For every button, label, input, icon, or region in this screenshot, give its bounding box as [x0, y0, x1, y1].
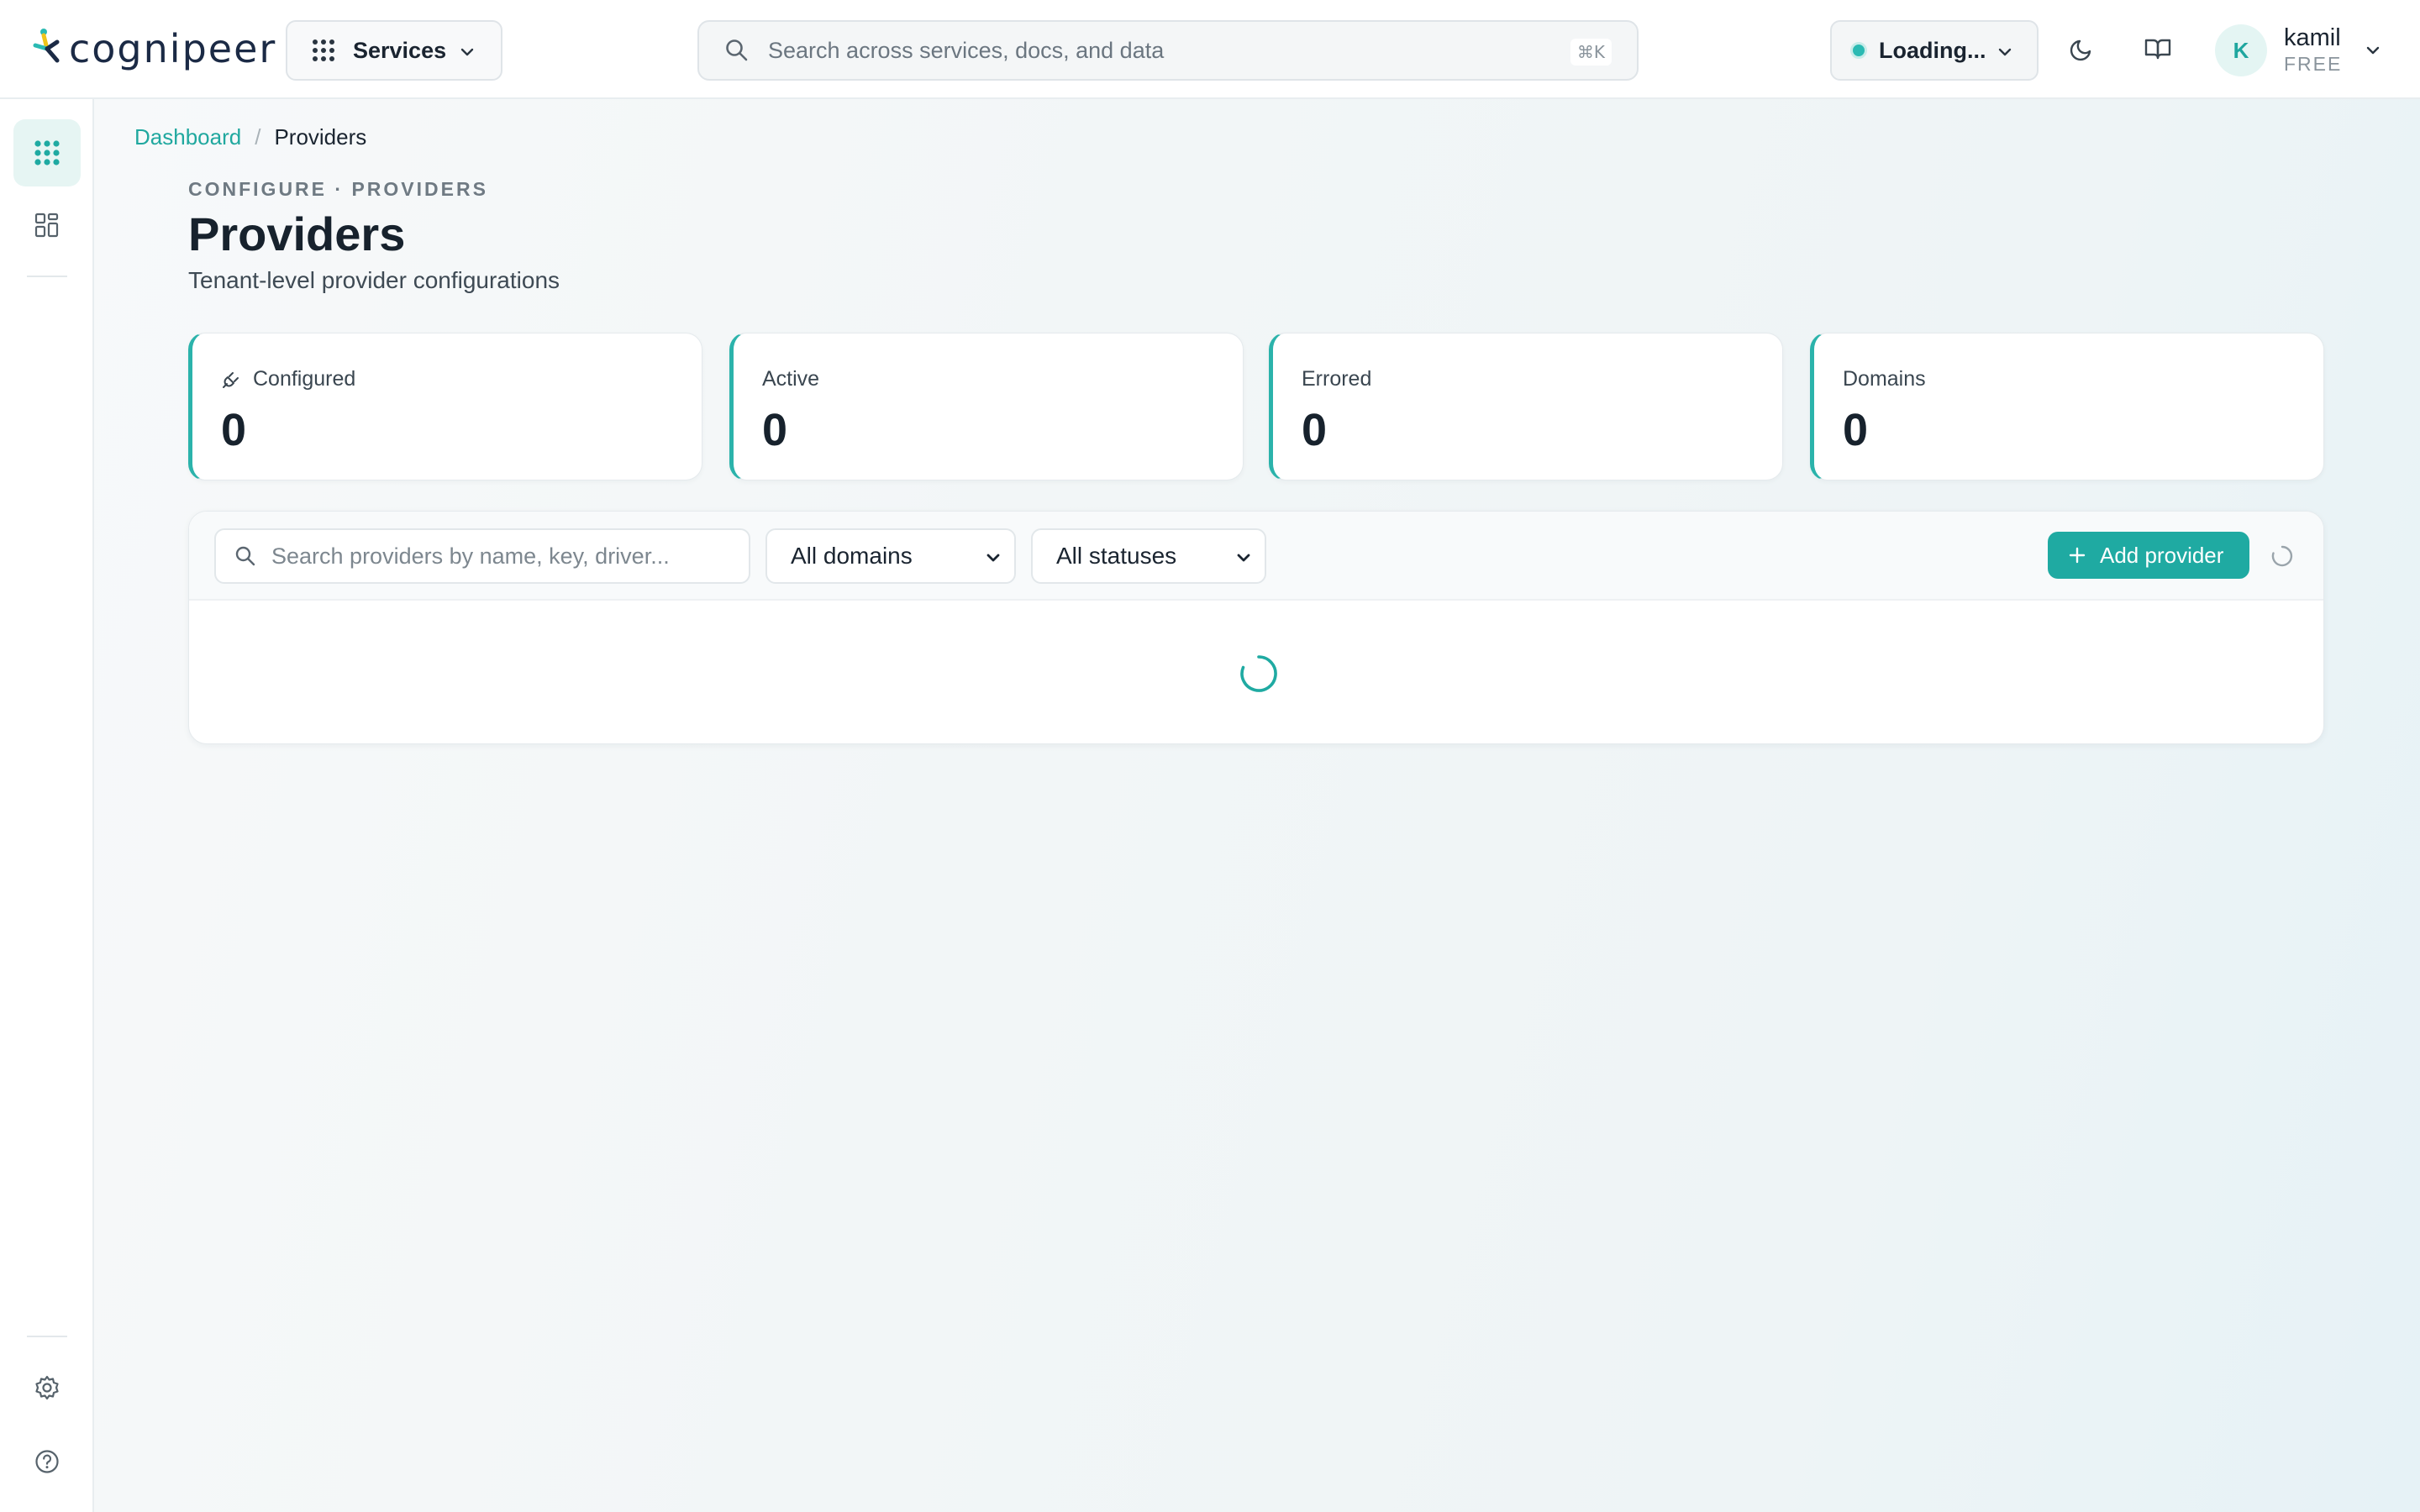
workspace-switcher[interactable]: Loading...: [1830, 20, 2039, 81]
breadcrumb: Dashboard / Providers: [134, 124, 366, 150]
provider-search[interactable]: [214, 528, 750, 584]
stat-card-errored: Errored 0: [1269, 333, 1783, 480]
stat-value: 0: [762, 405, 788, 455]
stat-label: Errored: [1302, 367, 1372, 391]
page-subtitle: Tenant-level provider configurations: [188, 267, 560, 293]
avatar: K: [2215, 24, 2267, 76]
apps-grid-icon: [34, 140, 60, 165]
search-icon: [726, 39, 748, 61]
domain-filter-select[interactable]: All domains: [765, 528, 1016, 584]
user-name: kamil: [2284, 24, 2341, 51]
services-label: Services: [353, 37, 447, 63]
search-shortcut-badge: ⌘K: [1570, 39, 1612, 66]
plus-icon: [2069, 547, 2086, 564]
user-plan-badge: FREE: [2284, 53, 2343, 75]
stat-label: Domains: [1843, 367, 1926, 391]
add-provider-label: Add provider: [2100, 542, 2224, 568]
providers-toolbar: All domains All statuses Add provider: [189, 512, 2323, 601]
stat-label: Active: [762, 367, 820, 391]
moon-icon: [2070, 39, 2091, 61]
workspace-status-label: Loading...: [1879, 37, 1986, 63]
logo-mark-icon: [32, 24, 72, 74]
sidebar-item-dashboard[interactable]: [13, 192, 81, 259]
breadcrumb-current: Providers: [274, 124, 367, 150]
add-provider-button[interactable]: Add provider: [2048, 532, 2249, 579]
chevron-down-icon: [986, 554, 1000, 562]
providers-panel: All domains All statuses Add provider: [188, 511, 2324, 744]
main-content: Dashboard / Providers CONFIGURE · PROVID…: [94, 99, 2420, 1512]
sidebar: [0, 99, 94, 1512]
stat-label: Configured: [253, 367, 356, 391]
help-icon: [35, 1450, 59, 1473]
chevron-down-icon: [1237, 554, 1250, 562]
stat-value: 0: [1302, 405, 1328, 455]
brand-name: cognipeer: [69, 26, 277, 71]
stat-card-configured: Configured 0: [188, 333, 702, 480]
provider-search-input[interactable]: [271, 543, 742, 570]
theme-toggle-button[interactable]: [2065, 32, 2099, 66]
sidebar-item-settings[interactable]: [13, 1354, 81, 1421]
chevron-down-icon: [1998, 48, 2012, 56]
stat-value: 0: [221, 405, 247, 455]
breadcrumb-dashboard-link[interactable]: Dashboard: [134, 124, 241, 150]
dashboard-icon: [34, 213, 59, 238]
sidebar-item-services[interactable]: [13, 119, 81, 186]
chevron-down-icon: [2367, 46, 2380, 55]
breadcrumb-separator: /: [255, 124, 261, 150]
plug-icon: [223, 371, 239, 388]
book-icon: [2144, 39, 2171, 60]
stat-card-active: Active 0: [729, 333, 1244, 480]
brand-logo[interactable]: cognipeer: [32, 24, 276, 74]
domain-filter-value: All domains: [791, 543, 913, 569]
refresh-spinner-icon[interactable]: [2271, 545, 2293, 567]
services-menu-button[interactable]: Services: [286, 20, 502, 81]
apps-grid-icon: [313, 39, 334, 61]
docs-button[interactable]: [2141, 32, 2175, 66]
stat-card-domains: Domains 0: [1810, 333, 2324, 480]
sidebar-divider: [27, 1336, 67, 1337]
user-menu[interactable]: K kamil FREE: [2215, 24, 2382, 77]
stat-value: 0: [1843, 405, 1869, 455]
chevron-down-icon: [460, 48, 474, 56]
sidebar-item-help[interactable]: [13, 1428, 81, 1495]
top-bar: cognipeer Services ⌘K Loading...: [0, 0, 2420, 99]
global-search-input[interactable]: [768, 37, 1524, 64]
search-icon: [235, 546, 255, 566]
global-search[interactable]: ⌘K: [697, 20, 1639, 81]
sidebar-divider: [27, 276, 67, 277]
status-filter-select[interactable]: All statuses: [1031, 528, 1266, 584]
status-filter-value: All statuses: [1056, 543, 1177, 569]
settings-icon: [35, 1375, 59, 1400]
status-dot-icon: [1850, 42, 1867, 59]
page-eyebrow: CONFIGURE · PROVIDERS: [188, 178, 488, 200]
loading-spinner-icon: [1240, 655, 1277, 692]
page-title: Providers: [188, 207, 406, 260]
